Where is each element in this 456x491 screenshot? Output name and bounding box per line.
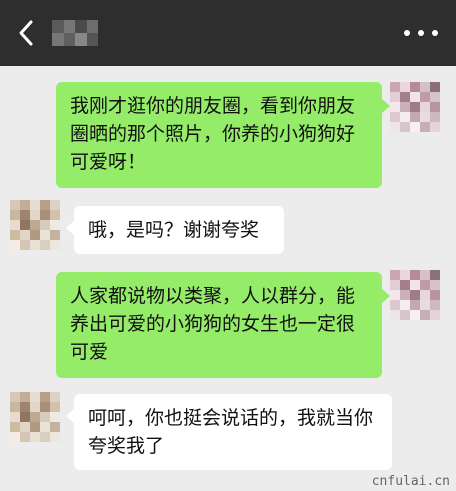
message-bubble-sent[interactable]: 我刚才逛你的朋友圈，看到你朋友圈晒的那个照片，你养的小狗狗好可爱呀！ [56, 82, 390, 188]
message-text: 我刚才逛你的朋友圈，看到你朋友圈晒的那个照片，你养的小狗狗好可爱呀！ [70, 95, 356, 173]
contact-avatar[interactable] [10, 200, 60, 250]
watermark: cnfulai.cn [371, 474, 450, 489]
message-text: 哦，是吗？谢谢夸奖 [88, 219, 260, 241]
back-button[interactable] [14, 18, 40, 48]
contact-name-pixelated [52, 20, 98, 46]
message-bubble-sent[interactable]: 人家都说物以类聚，人以群分，能养出可爱的小狗狗的女生也一定很可爱 [56, 272, 390, 378]
chat-header [0, 0, 456, 66]
contact-avatar[interactable] [10, 392, 60, 442]
message-bubble-received[interactable]: 哦，是吗？谢谢夸奖 [66, 206, 284, 254]
more-options-button[interactable] [404, 22, 438, 44]
message-bubble-received[interactable]: 呵呵，你也挺会说话的，我就当你夸奖我了 [66, 394, 392, 470]
message-text: 人家都说物以类聚，人以群分，能养出可爱的小狗狗的女生也一定很可爱 [70, 285, 356, 363]
more-dots-icon [404, 30, 410, 36]
message-text: 呵呵，你也挺会说话的，我就当你夸奖我了 [88, 407, 374, 457]
my-avatar[interactable] [390, 270, 440, 320]
my-avatar[interactable] [390, 82, 440, 132]
chevron-left-icon [19, 20, 33, 46]
